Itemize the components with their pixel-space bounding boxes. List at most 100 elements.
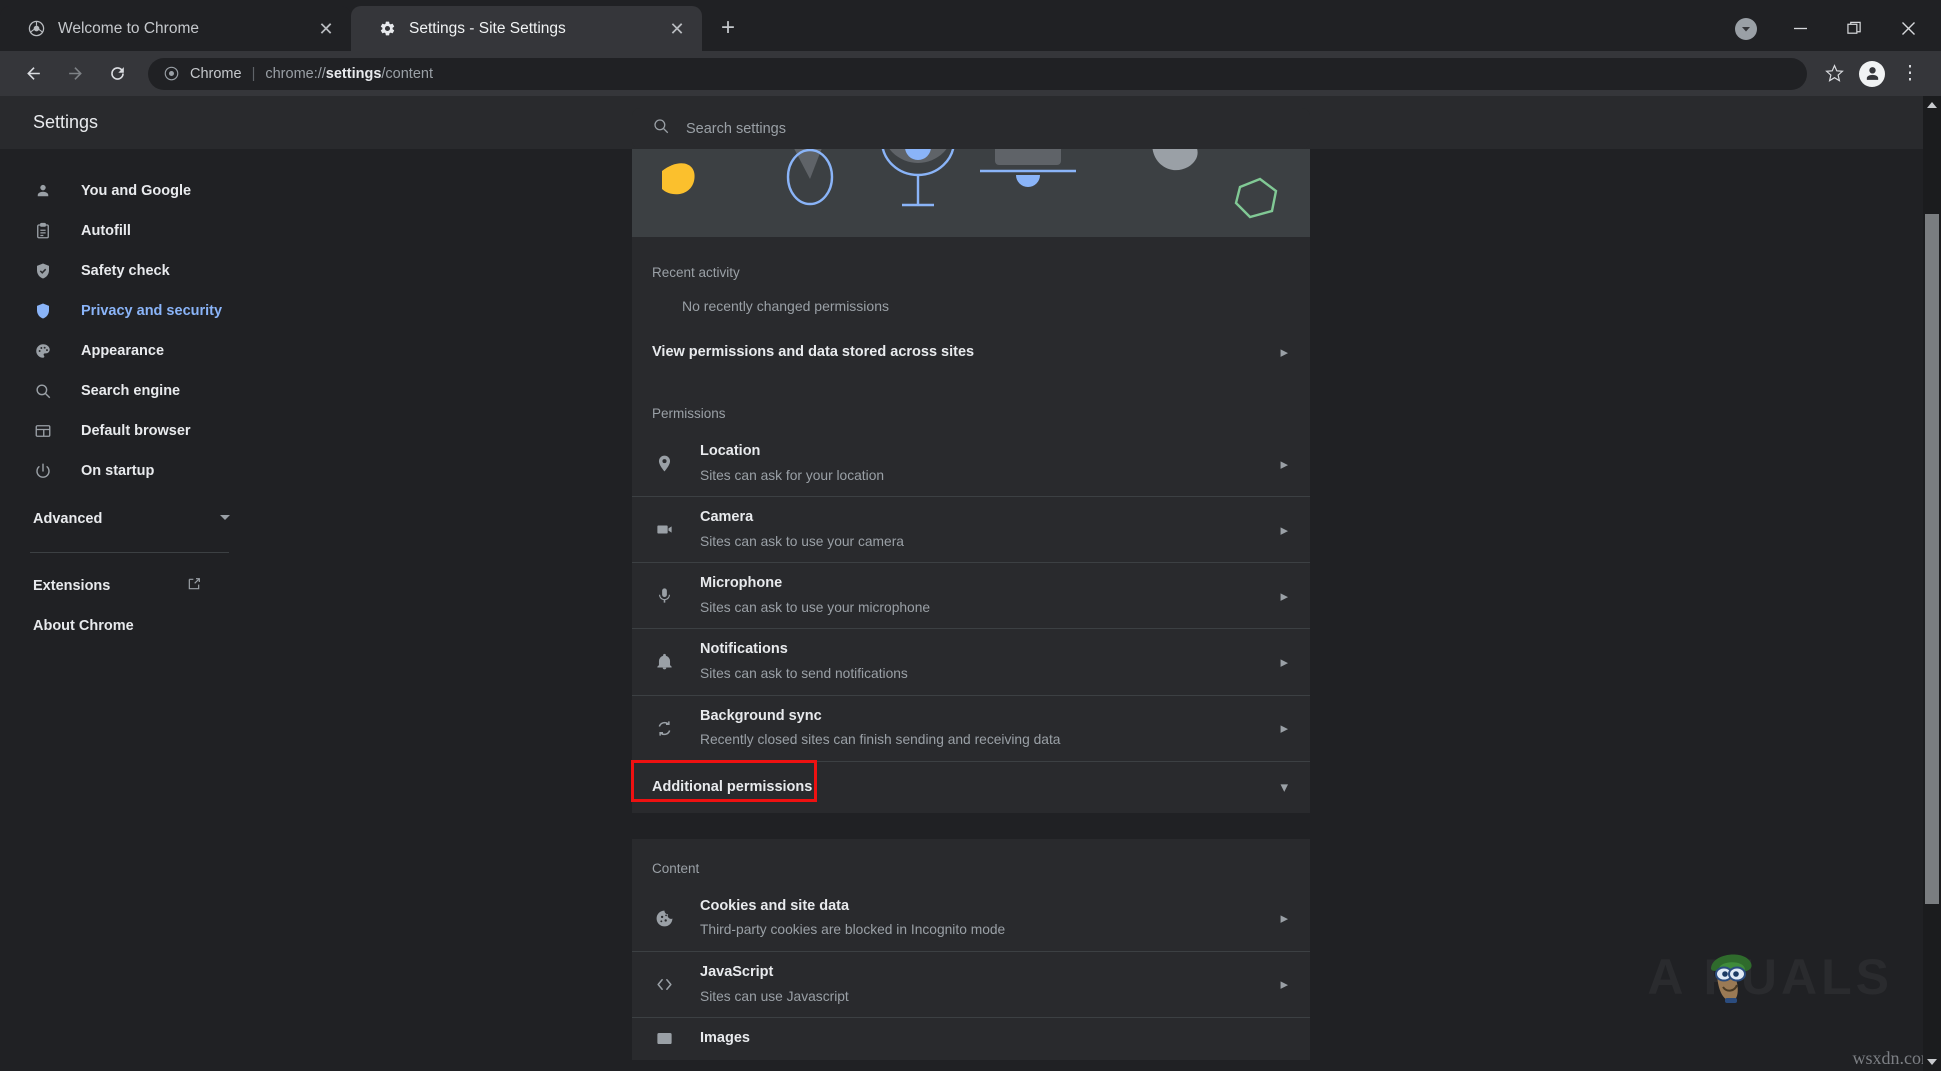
sidebar-item-label: Advanced (33, 511, 102, 527)
tab-settings-site-settings[interactable]: Settings - Site Settings ✕ (351, 6, 702, 51)
additional-permissions-toggle[interactable]: Additional permissions (632, 761, 1310, 813)
content-card: Content Cookies and site data Third-part… (632, 839, 1310, 1060)
tab-title: Settings - Site Settings (409, 20, 654, 38)
permission-title: Notifications (700, 641, 788, 657)
sidebar-item-label: Privacy and security (81, 303, 222, 319)
search-placeholder: Search settings (686, 121, 786, 137)
page-title: Settings (33, 112, 98, 133)
sidebar-item-privacy-and-security[interactable]: Privacy and security (0, 291, 262, 331)
sidebar-item-appearance[interactable]: Appearance (0, 331, 262, 371)
search-settings-input[interactable]: Search settings (632, 108, 1310, 149)
permissions-heading: Permissions (632, 376, 1310, 431)
reload-button[interactable] (98, 55, 136, 93)
permission-row-camera[interactable]: Camera Sites can ask to use your camera (632, 496, 1310, 562)
content-row-text: Images (700, 1018, 1288, 1060)
sidebar-item-safety-check[interactable]: Safety check (0, 251, 262, 291)
permission-title: Background sync (700, 708, 822, 724)
search-icon (33, 381, 53, 401)
permission-row-microphone[interactable]: Microphone Sites can ask to use your mic… (632, 562, 1310, 628)
sidebar-item-advanced[interactable]: Advanced (0, 499, 262, 539)
chrome-logo-icon (162, 65, 180, 83)
scroll-down-button[interactable] (1923, 1053, 1941, 1071)
sidebar-item-default-browser[interactable]: Default browser (0, 411, 262, 451)
scroll-up-button[interactable] (1923, 96, 1941, 114)
bell-icon (652, 652, 676, 671)
external-link-icon (186, 576, 202, 596)
location-pin-icon (652, 454, 676, 473)
chevron-right-icon (1280, 909, 1288, 927)
close-icon[interactable]: ✕ (666, 18, 688, 40)
sidebar-item-label: Search engine (81, 383, 180, 399)
omnibox-url: chrome://settings/content (265, 66, 433, 82)
chrome-menu-button[interactable]: ⋮ (1893, 57, 1927, 91)
permissions-card: Recent activity No recently changed perm… (632, 237, 1310, 813)
sidebar-item-on-startup[interactable]: On startup (0, 451, 262, 491)
close-icon[interactable]: ✕ (315, 18, 337, 40)
power-icon (33, 461, 53, 481)
tab-search-button[interactable] (1719, 6, 1773, 51)
url-suffix: /content (381, 66, 433, 82)
content-row-images[interactable]: Images (632, 1017, 1310, 1060)
chevron-right-icon (1280, 343, 1288, 361)
view-permissions-link[interactable]: View permissions and data stored across … (632, 328, 1310, 376)
maximize-button[interactable] (1827, 6, 1881, 51)
profile-avatar[interactable] (1855, 57, 1889, 91)
permission-row-notifications[interactable]: Notifications Sites can ask to send noti… (632, 628, 1310, 694)
sidebar-item-you-and-google[interactable]: You and Google (0, 171, 262, 211)
sync-icon (652, 719, 676, 738)
image-icon (652, 1029, 676, 1048)
close-button[interactable] (1881, 6, 1935, 51)
new-tab-button[interactable]: + (708, 8, 748, 48)
sidebar-spacer (0, 491, 262, 499)
watermark-face-icon (1697, 943, 1765, 1011)
code-brackets-icon (652, 975, 676, 994)
palette-icon (33, 341, 53, 361)
search-icon (652, 117, 670, 140)
additional-permissions-label: Additional permissions (652, 779, 812, 795)
sidebar-item-label: Default browser (81, 423, 191, 439)
sidebar-item-label: On startup (81, 463, 154, 479)
recent-activity-heading: Recent activity (632, 237, 1310, 290)
content-title: Images (700, 1030, 750, 1046)
address-bar[interactable]: Chrome | chrome://settings/content (148, 58, 1807, 90)
scrollbar-thumb[interactable] (1925, 214, 1939, 904)
bookmark-star-icon[interactable] (1817, 57, 1851, 91)
permission-row-text: Camera Sites can ask to use your camera (700, 497, 1280, 562)
permission-row-text: Background sync Recently closed sites ca… (700, 696, 1280, 761)
chevron-down-icon (1280, 778, 1288, 796)
sidebar-item-about-chrome[interactable]: About Chrome (0, 606, 262, 646)
forward-button[interactable] (56, 55, 94, 93)
tab-title: Welcome to Chrome (58, 20, 303, 38)
minimize-button[interactable] (1773, 6, 1827, 51)
sidebar-item-autofill[interactable]: Autofill (0, 211, 262, 251)
permission-row-background-sync[interactable]: Background sync Recently closed sites ca… (632, 695, 1310, 761)
additional-permissions-wrapper: Additional permissions (632, 761, 1310, 813)
back-button[interactable] (14, 55, 52, 93)
chevron-right-icon (1280, 975, 1288, 993)
view-permissions-label: View permissions and data stored across … (652, 344, 974, 360)
page-scrollbar[interactable] (1923, 96, 1941, 1071)
permission-row-text: Notifications Sites can ask to send noti… (700, 629, 1280, 694)
content-row-cookies[interactable]: Cookies and site data Third-party cookie… (632, 886, 1310, 951)
gear-icon (377, 19, 397, 39)
browser-window: Welcome to Chrome ✕ Settings - Site Sett… (0, 0, 1941, 1071)
sidebar-item-extensions[interactable]: Extensions (0, 566, 262, 606)
sidebar-item-search-engine[interactable]: Search engine (0, 371, 262, 411)
clipboard-icon (33, 221, 53, 241)
content-title: JavaScript (700, 964, 773, 980)
permission-title: Microphone (700, 575, 782, 591)
content-row-javascript[interactable]: JavaScript Sites can use Javascript (632, 951, 1310, 1017)
avatar (1859, 61, 1885, 87)
permission-row-text: Location Sites can ask for your location (700, 431, 1280, 496)
sidebar-item-label: You and Google (81, 183, 191, 199)
content-subtitle: Third-party cookies are blocked in Incog… (700, 919, 1280, 940)
tab-strip: Welcome to Chrome ✕ Settings - Site Sett… (0, 0, 1941, 51)
permission-row-location[interactable]: Location Sites can ask for your location (632, 431, 1310, 496)
triangle-down-icon (1927, 1059, 1937, 1065)
cookie-icon (652, 909, 676, 928)
tab-welcome-to-chrome[interactable]: Welcome to Chrome ✕ (0, 6, 351, 51)
section-gap (632, 813, 1310, 839)
permission-title: Location (700, 443, 760, 459)
chevron-down-icon (1735, 18, 1757, 40)
settings-page: Settings Search settings You and Google (0, 96, 1941, 1071)
